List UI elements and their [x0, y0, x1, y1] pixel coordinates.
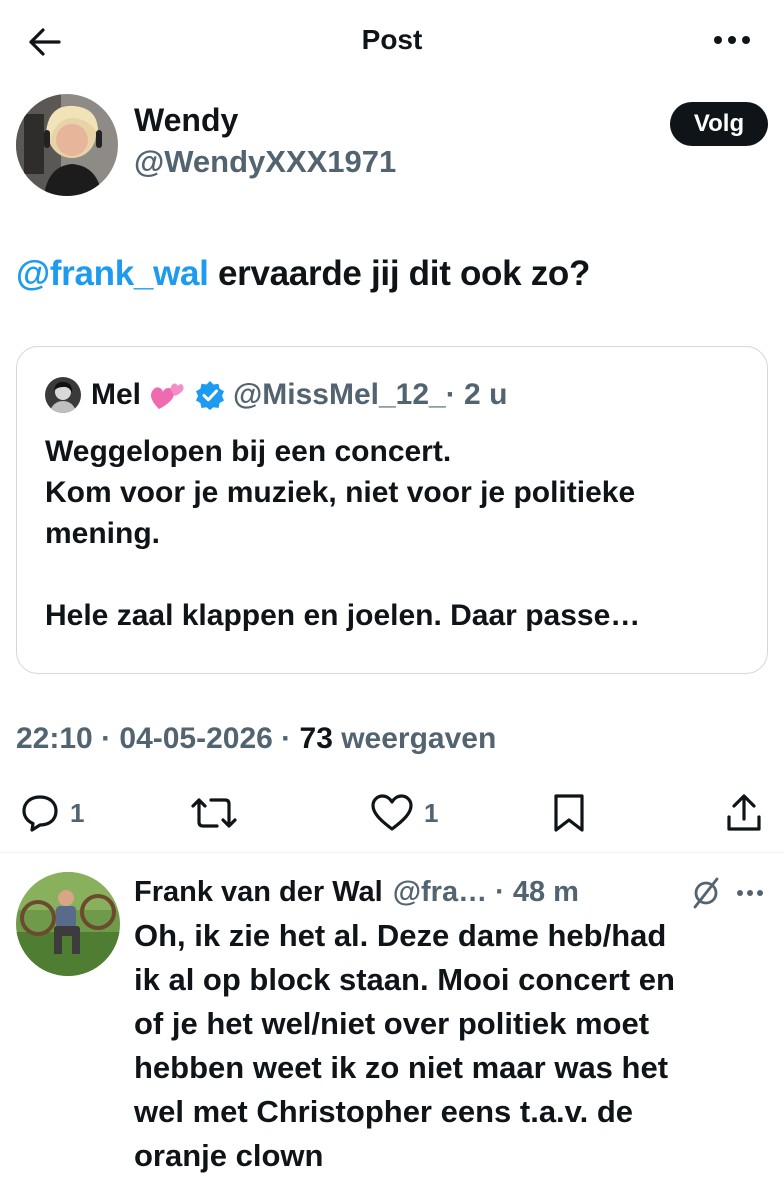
reply-text-line: Oh, ik zie het al. Deze dame heb/had [134, 918, 667, 953]
reply-text: Oh, ik zie het al. Deze dame heb/had ik … [134, 914, 774, 1178]
avatar[interactable] [16, 94, 118, 196]
reply-text-line: hebben weet ik zo niet maar was het [134, 1050, 669, 1085]
page-title: Post [361, 24, 423, 55]
post-meta: 22:10 · 04-05-2026 · 73 weergaven [16, 722, 496, 756]
post-author: Wendy @WendyXXX1971 Volg [16, 94, 768, 198]
mention-link[interactable]: @frank_wal [16, 254, 209, 293]
like-count: 1 [424, 797, 439, 828]
quoted-post-header: Mel @MissMel_12_ · 2 u [45, 375, 507, 415]
reply-text-line: wel met Christopher eens t.a.v. de [134, 1094, 634, 1129]
author-handle[interactable]: @WendyXXX1971 [134, 144, 396, 180]
avatar[interactable] [16, 872, 120, 976]
follow-button[interactable]: Volg [670, 102, 768, 146]
repost-button[interactable] [190, 788, 238, 838]
author-name[interactable]: Wendy [134, 102, 238, 139]
quoted-text-line [45, 554, 745, 595]
like-button[interactable]: 1 [370, 788, 438, 838]
reply-button[interactable]: 1 [20, 788, 84, 838]
bookmark-icon [554, 794, 584, 832]
post-text: @frank_wal ervaarde jij dit ook zo? [16, 254, 590, 294]
more-options-button[interactable] [710, 30, 754, 50]
speech-bubble-icon [22, 795, 58, 832]
reply-author-handle[interactable]: @fra… · 48 m [393, 876, 579, 909]
reply-more-button[interactable] [736, 884, 764, 902]
share-icon [727, 794, 761, 831]
quoted-post[interactable]: Mel @MissMel_12_ · 2 u Weggelopen bij ee… [16, 346, 768, 674]
post-text-body: ervaarde jij dit ook zo? [208, 254, 591, 293]
quoted-text-line: Kom voor je muziek, niet voor je politie… [45, 476, 636, 509]
grok-icon [693, 877, 719, 909]
heart-icon [371, 794, 413, 831]
avatar [45, 377, 81, 413]
quoted-text-line: mening. [45, 517, 161, 550]
quoted-author-name: Mel [91, 378, 142, 411]
repost-icon [191, 798, 237, 828]
post-actions: 1 1 [0, 788, 784, 838]
verified-badge-icon [195, 380, 225, 410]
quoted-post-text: Weggelopen bij een concert. Kom voor je … [45, 431, 745, 636]
reply-header: Frank van der Wal @fra… · 48 m [134, 870, 579, 914]
quoted-text-line: Hele zaal klappen en joelen. Daar passe… [45, 599, 641, 632]
views-count: 73 [299, 722, 333, 755]
divider [0, 852, 784, 853]
top-bar: Post [0, 0, 784, 82]
share-button[interactable] [726, 788, 762, 838]
more-horizontal-icon [714, 36, 750, 44]
quoted-text-line: Weggelopen bij een concert. [45, 435, 452, 468]
post-timestamp[interactable]: 22:10 · 04-05-2026 · [16, 722, 300, 755]
quoted-post-time: · 2 u [445, 378, 508, 411]
reply-post[interactable]: Frank van der Wal @fra… · 48 m Oh, ik zi… [0, 862, 784, 1200]
quoted-author-handle: @MissMel_12_ [233, 378, 446, 411]
reply-text-line: ik al op block staan. Mooi concert en [134, 962, 675, 997]
more-horizontal-icon [737, 890, 763, 896]
reply-count: 1 [70, 797, 85, 828]
reply-text-line: of je het wel/niet over politiek moet [134, 1006, 650, 1041]
two-hearts-emoji [149, 379, 185, 411]
reply-author-name[interactable]: Frank van der Wal [134, 876, 383, 909]
reply-text-line: oranje clown [134, 1138, 324, 1173]
grok-button[interactable] [690, 876, 722, 915]
bookmark-button[interactable] [552, 788, 586, 838]
views-label: weergaven [332, 722, 497, 755]
